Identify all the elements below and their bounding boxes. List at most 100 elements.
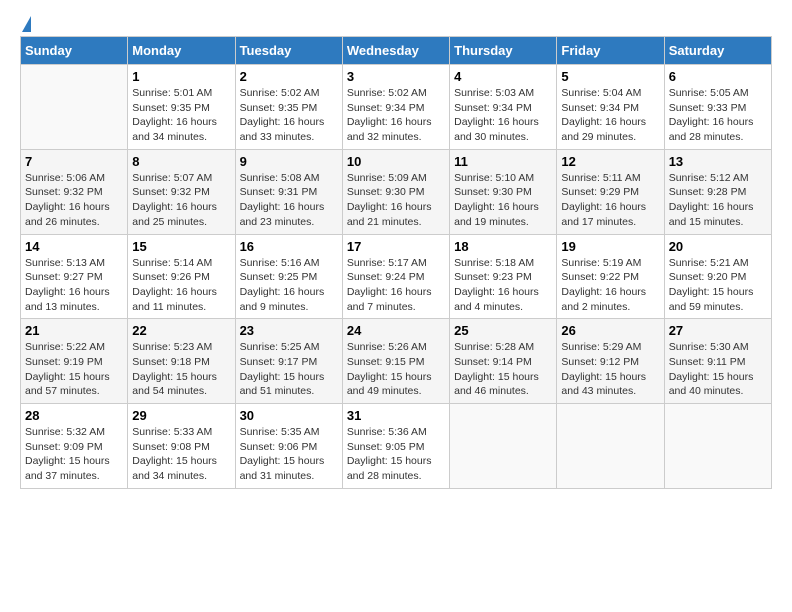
day-number: 21 [25, 323, 123, 338]
day-info: Sunrise: 5:22 AM Sunset: 9:19 PM Dayligh… [25, 340, 123, 399]
day-info: Sunrise: 5:33 AM Sunset: 9:08 PM Dayligh… [132, 425, 230, 484]
day-cell: 18Sunrise: 5:18 AM Sunset: 9:23 PM Dayli… [450, 234, 557, 319]
day-number: 7 [25, 154, 123, 169]
day-cell: 6 Sunrise: 5:05 AM Sunset: 9:33 PM Daylig… [664, 65, 771, 150]
day-cell [557, 404, 664, 489]
day-cell: 16 Sunrise: 5:16 AM Sunset: 9:25 PM Dayli… [235, 234, 342, 319]
day-info: Sunrise: 5:17 AM Sunset: 9:24 PM Dayligh… [347, 256, 445, 315]
day-info: Sunrise: 5:03 AM Sunset: 9:34 PM Dayligh… [454, 86, 552, 145]
week-row-1: 1Sunrise: 5:01 AM Sunset: 9:35 PM Daylig… [21, 65, 772, 150]
day-info: Sunrise: 5:02 AM Sunset: 9:35 PM Dayligh… [240, 86, 338, 145]
day-info: Sunrise: 5:11 AM Sunset: 9:29 PM Dayligh… [561, 171, 659, 230]
day-cell: 17 Sunrise: 5:17 AM Sunset: 9:24 PM Dayli… [342, 234, 449, 319]
day-cell: 15 Sunrise: 5:14 AM Sunset: 9:26 PM Dayli… [128, 234, 235, 319]
logo-triangle-icon [22, 16, 31, 32]
day-info: Sunrise: 5:36 AM Sunset: 9:05 PM Dayligh… [347, 425, 445, 484]
column-header-tuesday: Tuesday [235, 37, 342, 65]
day-info: Sunrise: 5:10 AM Sunset: 9:30 PM Dayligh… [454, 171, 552, 230]
day-info: Sunrise: 5:26 AM Sunset: 9:15 PM Dayligh… [347, 340, 445, 399]
day-info: Sunrise: 5:28 AM Sunset: 9:14 PM Dayligh… [454, 340, 552, 399]
logo [20, 16, 31, 30]
day-number: 5 [561, 69, 659, 84]
day-info: Sunrise: 5:35 AM Sunset: 9:06 PM Dayligh… [240, 425, 338, 484]
day-info: Sunrise: 5:06 AM Sunset: 9:32 PM Dayligh… [25, 171, 123, 230]
day-info: Sunrise: 5:23 AM Sunset: 9:18 PM Dayligh… [132, 340, 230, 399]
day-number: 23 [240, 323, 338, 338]
day-number: 1 [132, 69, 230, 84]
week-row-2: 7 Sunrise: 5:06 AM Sunset: 9:32 PM Daylig… [21, 149, 772, 234]
day-number: 28 [25, 408, 123, 423]
day-cell: 30 Sunrise: 5:35 AM Sunset: 9:06 PM Dayli… [235, 404, 342, 489]
week-row-5: 28 Sunrise: 5:32 AM Sunset: 9:09 PM Dayli… [21, 404, 772, 489]
column-header-thursday: Thursday [450, 37, 557, 65]
day-cell: 11Sunrise: 5:10 AM Sunset: 9:30 PM Dayli… [450, 149, 557, 234]
day-info: Sunrise: 5:25 AM Sunset: 9:17 PM Dayligh… [240, 340, 338, 399]
day-number: 25 [454, 323, 552, 338]
day-cell: 12 Sunrise: 5:11 AM Sunset: 9:29 PM Dayli… [557, 149, 664, 234]
day-info: Sunrise: 5:12 AM Sunset: 9:28 PM Dayligh… [669, 171, 767, 230]
day-number: 20 [669, 239, 767, 254]
day-info: Sunrise: 5:04 AM Sunset: 9:34 PM Dayligh… [561, 86, 659, 145]
day-number: 4 [454, 69, 552, 84]
day-cell: 28 Sunrise: 5:32 AM Sunset: 9:09 PM Dayli… [21, 404, 128, 489]
day-number: 6 [669, 69, 767, 84]
day-cell [664, 404, 771, 489]
day-info: Sunrise: 5:19 AM Sunset: 9:22 PM Dayligh… [561, 256, 659, 315]
column-header-wednesday: Wednesday [342, 37, 449, 65]
day-number: 16 [240, 239, 338, 254]
day-info: Sunrise: 5:09 AM Sunset: 9:30 PM Dayligh… [347, 171, 445, 230]
day-cell: 8Sunrise: 5:07 AM Sunset: 9:32 PM Daylig… [128, 149, 235, 234]
day-number: 15 [132, 239, 230, 254]
day-cell: 9 Sunrise: 5:08 AM Sunset: 9:31 PM Daylig… [235, 149, 342, 234]
day-number: 30 [240, 408, 338, 423]
day-info: Sunrise: 5:32 AM Sunset: 9:09 PM Dayligh… [25, 425, 123, 484]
header-row: SundayMondayTuesdayWednesdayThursdayFrid… [21, 37, 772, 65]
column-header-friday: Friday [557, 37, 664, 65]
day-number: 2 [240, 69, 338, 84]
day-info: Sunrise: 5:18 AM Sunset: 9:23 PM Dayligh… [454, 256, 552, 315]
day-number: 26 [561, 323, 659, 338]
day-number: 12 [561, 154, 659, 169]
column-header-monday: Monday [128, 37, 235, 65]
day-cell [450, 404, 557, 489]
day-info: Sunrise: 5:30 AM Sunset: 9:11 PM Dayligh… [669, 340, 767, 399]
day-cell: 3 Sunrise: 5:02 AM Sunset: 9:34 PM Daylig… [342, 65, 449, 150]
day-cell: 10 Sunrise: 5:09 AM Sunset: 9:30 PM Dayli… [342, 149, 449, 234]
week-row-3: 14Sunrise: 5:13 AM Sunset: 9:27 PM Dayli… [21, 234, 772, 319]
column-header-saturday: Saturday [664, 37, 771, 65]
day-cell: 4 Sunrise: 5:03 AM Sunset: 9:34 PM Daylig… [450, 65, 557, 150]
day-info: Sunrise: 5:21 AM Sunset: 9:20 PM Dayligh… [669, 256, 767, 315]
day-number: 24 [347, 323, 445, 338]
header [20, 16, 772, 30]
day-cell: 23 Sunrise: 5:25 AM Sunset: 9:17 PM Dayli… [235, 319, 342, 404]
day-info: Sunrise: 5:02 AM Sunset: 9:34 PM Dayligh… [347, 86, 445, 145]
day-number: 17 [347, 239, 445, 254]
day-number: 3 [347, 69, 445, 84]
week-row-4: 21 Sunrise: 5:22 AM Sunset: 9:19 PM Dayli… [21, 319, 772, 404]
day-cell: 22Sunrise: 5:23 AM Sunset: 9:18 PM Dayli… [128, 319, 235, 404]
day-number: 8 [132, 154, 230, 169]
day-number: 9 [240, 154, 338, 169]
day-number: 31 [347, 408, 445, 423]
day-info: Sunrise: 5:16 AM Sunset: 9:25 PM Dayligh… [240, 256, 338, 315]
day-number: 19 [561, 239, 659, 254]
day-info: Sunrise: 5:14 AM Sunset: 9:26 PM Dayligh… [132, 256, 230, 315]
day-cell: 13 Sunrise: 5:12 AM Sunset: 9:28 PM Dayli… [664, 149, 771, 234]
day-number: 27 [669, 323, 767, 338]
day-number: 29 [132, 408, 230, 423]
day-cell [21, 65, 128, 150]
day-cell: 25 Sunrise: 5:28 AM Sunset: 9:14 PM Dayli… [450, 319, 557, 404]
day-number: 10 [347, 154, 445, 169]
day-cell: 2 Sunrise: 5:02 AM Sunset: 9:35 PM Daylig… [235, 65, 342, 150]
day-info: Sunrise: 5:05 AM Sunset: 9:33 PM Dayligh… [669, 86, 767, 145]
logo-general [20, 16, 31, 32]
day-cell: 24 Sunrise: 5:26 AM Sunset: 9:15 PM Dayli… [342, 319, 449, 404]
day-cell: 26Sunrise: 5:29 AM Sunset: 9:12 PM Dayli… [557, 319, 664, 404]
day-info: Sunrise: 5:08 AM Sunset: 9:31 PM Dayligh… [240, 171, 338, 230]
day-cell: 27 Sunrise: 5:30 AM Sunset: 9:11 PM Dayli… [664, 319, 771, 404]
day-number: 13 [669, 154, 767, 169]
day-cell: 14Sunrise: 5:13 AM Sunset: 9:27 PM Dayli… [21, 234, 128, 319]
calendar-table: SundayMondayTuesdayWednesdayThursdayFrid… [20, 36, 772, 489]
day-cell: 5 Sunrise: 5:04 AM Sunset: 9:34 PM Daylig… [557, 65, 664, 150]
day-cell: 1Sunrise: 5:01 AM Sunset: 9:35 PM Daylig… [128, 65, 235, 150]
